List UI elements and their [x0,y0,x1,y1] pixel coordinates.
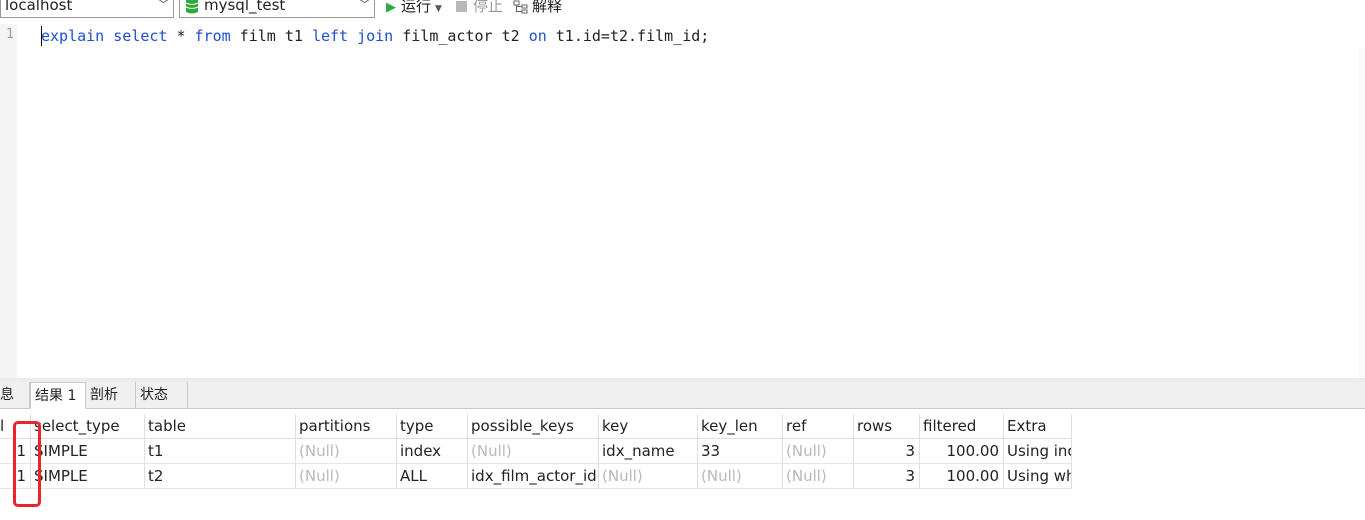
tab-result-1-label: 结果 1 [35,388,77,404]
col-header-partitions[interactable]: partitions [296,414,397,439]
explain-button[interactable]: 解释 [513,0,562,16]
sql-keyword: select [113,27,168,45]
cell-table[interactable]: t2 [145,464,296,489]
highlight-box [13,421,41,507]
sql-code-line[interactable]: explain select * from film t1 left join … [41,26,709,46]
result-tabs: 息 结果 1 剖析 状态 [0,382,1365,409]
cell-key[interactable]: (Null) [599,464,698,489]
connection-select[interactable]: localhost ﹀ [0,0,174,18]
stop-button[interactable]: 停止 [456,0,503,16]
sql-editor[interactable]: 1 explain select * from film t1 left joi… [0,24,1365,402]
tab-result-1[interactable]: 结果 1 [30,382,86,409]
sql-text: * [167,27,195,45]
col-header-type[interactable]: type [397,414,468,439]
col-header-key-len[interactable]: key_len [698,414,783,439]
cell-filtered[interactable]: 100.00 [920,439,1004,464]
tab-profile[interactable]: 剖析 [86,382,136,408]
sql-keyword: on [528,27,547,45]
cell-key-len[interactable]: (Null) [698,464,783,489]
toolbar: localhost ﹀ mysql_test ﹀ ▶ 运行 ▼ 停止 解释 [0,0,1365,24]
sql-keyword: from [194,27,231,45]
cell-rows[interactable]: 3 [854,464,920,489]
chevron-down-icon: ﹀ [158,0,169,11]
sql-keyword: left [311,27,349,45]
tab-info[interactable]: 息 [0,382,30,408]
cell-partitions[interactable]: (Null) [296,464,397,489]
cell-possible-keys[interactable]: (Null) [468,439,599,464]
play-icon: ▶ [386,0,396,15]
explain-icon [513,0,528,13]
line-number: 1 [6,27,14,42]
run-button[interactable]: ▶ 运行 ▼ [386,0,442,19]
text-cursor [41,26,42,46]
caret-down-icon[interactable]: ▼ [435,4,442,14]
database-select[interactable]: mysql_test ﹀ [179,0,375,18]
col-header-possible-keys[interactable]: possible_keys [468,414,599,439]
cell-rows[interactable]: 3 [854,439,920,464]
cell-extra[interactable]: Using inc [1004,439,1072,464]
database-value: mysql_test [204,0,286,14]
cell-key[interactable]: idx_name [599,439,698,464]
sql-text: film_actor t2 [393,27,529,45]
cell-partitions[interactable]: (Null) [296,439,397,464]
tab-profile-label: 剖析 [90,387,118,403]
col-header-rows[interactable]: rows [854,414,920,439]
stop-label: 停止 [473,0,504,15]
connection-value: localhost [5,0,73,14]
database-icon [185,0,199,14]
cell-extra[interactable]: Using wh [1004,464,1072,489]
col-header-ref[interactable]: ref [783,414,854,439]
cell-table[interactable]: t1 [145,439,296,464]
cell-possible-keys[interactable]: idx_film_actor_id [468,464,599,489]
sql-text: t1.id=t2.film_id; [546,27,710,45]
cell-ref[interactable]: (Null) [783,464,854,489]
cell-filtered[interactable]: 100.00 [920,464,1004,489]
sql-text: film t1 [230,27,312,45]
col-header-extra[interactable]: Extra [1004,414,1072,439]
col-header-table[interactable]: table [145,414,296,439]
col-header-key[interactable]: key [599,414,698,439]
sql-keyword: explain [41,27,105,45]
sql-keyword: join [357,27,394,45]
stop-icon [456,1,467,12]
cell-select-type[interactable]: SIMPLE [31,439,145,464]
cell-ref[interactable]: (Null) [783,439,854,464]
col-header-select-type[interactable]: select_type [31,414,145,439]
line-gutter: 1 [0,24,17,378]
tab-status[interactable]: 状态 [136,382,188,408]
run-label: 运行 [401,0,432,15]
cell-type[interactable]: ALL [397,464,468,489]
editor-scrollbar[interactable] [1359,48,1365,402]
cell-select-type[interactable]: SIMPLE [31,464,145,489]
cell-type[interactable]: index [397,439,468,464]
cell-key-len[interactable]: 33 [698,439,783,464]
explain-label: 解释 [532,0,563,15]
col-header-filtered[interactable]: filtered [920,414,1004,439]
chevron-down-icon: ﹀ [359,0,370,11]
tab-status-label: 状态 [140,387,168,403]
tab-info-label: 息 [0,387,14,403]
